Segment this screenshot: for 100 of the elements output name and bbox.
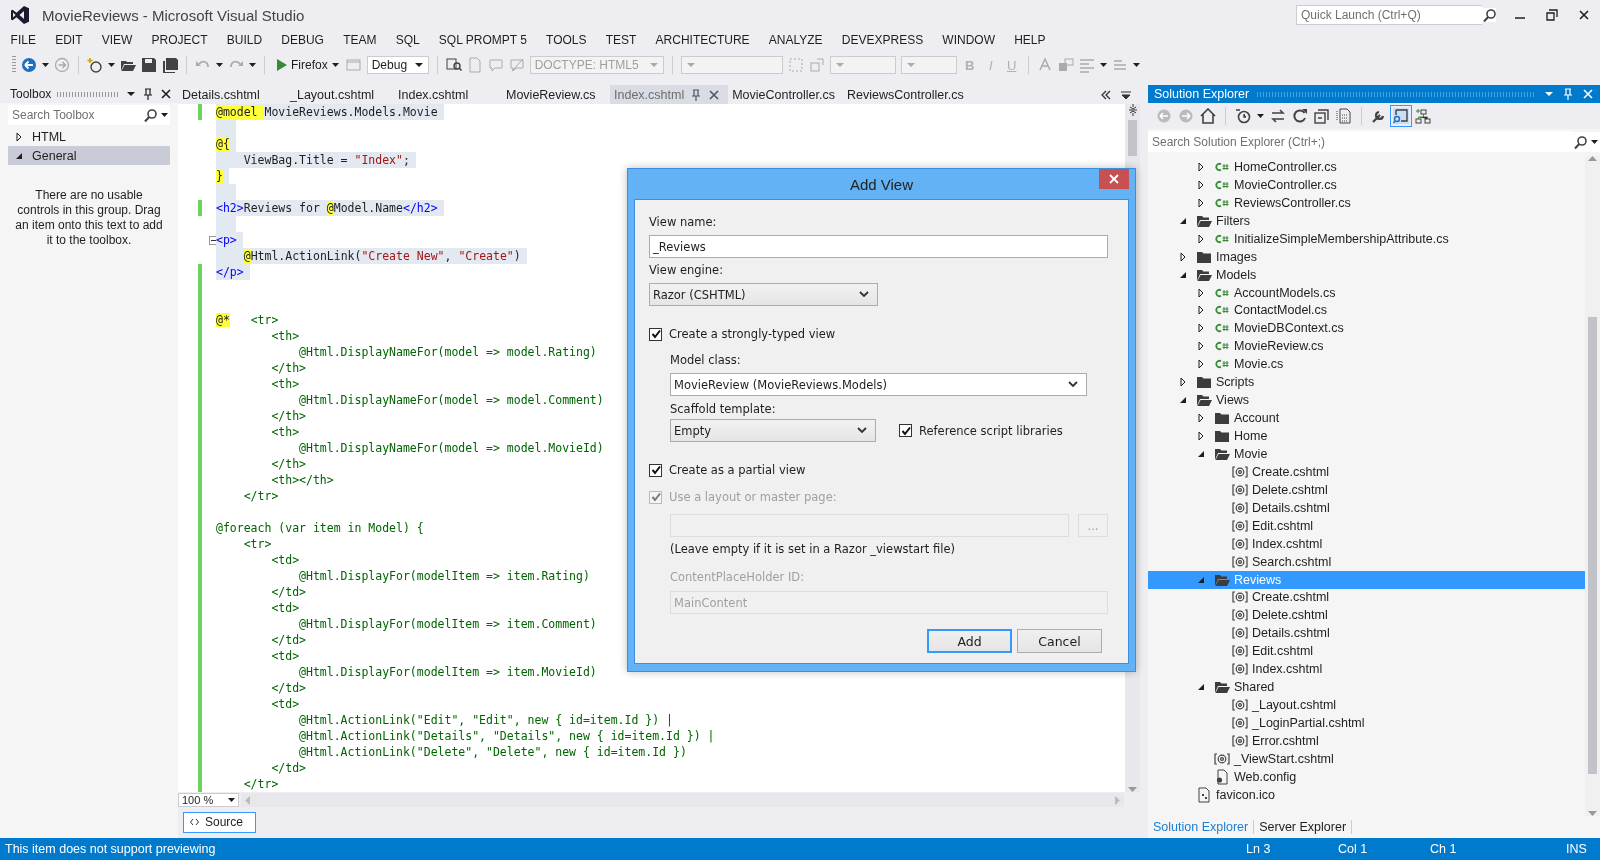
tree-item[interactable]: HomeController.cs: [1148, 158, 1585, 176]
tree-item[interactable]: Index.cshtml: [1148, 534, 1585, 553]
preview-icon[interactable]: [1393, 108, 1409, 124]
menu-item[interactable]: PROJECT: [141, 33, 218, 47]
tree-item[interactable]: Account: [1148, 409, 1585, 428]
menu-item[interactable]: ANALYZE: [759, 33, 833, 47]
clock-icon[interactable]: [1235, 108, 1251, 124]
tree-item[interactable]: Create.cshtml: [1148, 588, 1585, 607]
menu-item[interactable]: EDIT: [45, 33, 93, 47]
menu-item[interactable]: SQL PROMPT 5: [429, 33, 537, 47]
tree-item[interactable]: Models: [1148, 265, 1585, 284]
home-icon[interactable]: [1200, 108, 1216, 124]
toolbox-group[interactable]: HTML: [8, 127, 170, 146]
close-button[interactable]: [1099, 169, 1129, 189]
save-all-icon[interactable]: [162, 57, 178, 73]
document-tab[interactable]: MovieReview.cs: [502, 85, 610, 104]
menu-item[interactable]: SQL: [386, 33, 430, 47]
menu-item[interactable]: DEVEXPRESS: [832, 33, 933, 47]
tab-list-icon[interactable]: [1120, 89, 1132, 100]
search-icon[interactable]: [1482, 8, 1496, 22]
search-field[interactable]: Search Solution Explorer (Ctrl+;): [1148, 131, 1571, 152]
menu-item[interactable]: BUILD: [217, 33, 272, 47]
show-all-files-icon[interactable]: [1336, 108, 1352, 124]
tree-item[interactable]: Details.cshtml: [1148, 624, 1585, 643]
menu-item[interactable]: ARCHITECTURE: [646, 33, 760, 47]
close-icon[interactable]: [1578, 9, 1590, 21]
tree-item[interactable]: ContactModel.cs: [1148, 301, 1585, 320]
tree-item[interactable]: _Layout.cshtml: [1148, 696, 1585, 715]
tree-item[interactable]: Delete.cshtml: [1148, 606, 1585, 625]
tree-item[interactable]: Home: [1148, 427, 1585, 445]
configuration-dropdown[interactable]: Debug: [366, 56, 429, 74]
tree-item[interactable]: MovieReview.cs: [1148, 337, 1585, 356]
document-tab[interactable]: Index.cshtml: [394, 85, 502, 104]
menu-item[interactable]: VIEW: [92, 33, 142, 47]
menu-item[interactable]: TEAM: [333, 33, 387, 47]
caret-icon[interactable]: [216, 63, 223, 67]
menu-item[interactable]: TEST: [596, 33, 646, 47]
caret-icon[interactable]: [159, 105, 170, 125]
caret-icon[interactable]: [42, 63, 49, 67]
menu-item[interactable]: DEBUG: [271, 33, 334, 47]
dropdown-icon[interactable]: [126, 89, 136, 99]
collapse-all-icon[interactable]: [1314, 108, 1330, 124]
overflow-icon[interactable]: [1100, 89, 1112, 100]
caret-icon[interactable]: [249, 63, 256, 67]
document-tab[interactable]: Details.cshtml: [178, 85, 286, 104]
tree-item[interactable]: Create.cshtml: [1148, 462, 1585, 481]
tree-item[interactable]: Index.cshtml: [1148, 660, 1585, 679]
pin-icon[interactable]: [142, 88, 154, 100]
tree-item[interactable]: MovieController.cs: [1148, 175, 1585, 194]
tree-item[interactable]: _ViewStart.cshtml: [1148, 749, 1585, 768]
search-field[interactable]: Search Toolbox: [8, 105, 141, 125]
toolbox-group[interactable]: General: [8, 146, 170, 165]
font-color-icon[interactable]: [1036, 57, 1053, 73]
dialog-button[interactable]: Add: [927, 629, 1012, 653]
checkbox[interactable]: [649, 327, 662, 341]
quick-launch-field[interactable]: Quick Launch (Ctrl+Q): [1296, 5, 1482, 25]
zoom-dropdown[interactable]: 100 %: [178, 793, 239, 807]
sync-icon[interactable]: [1270, 108, 1286, 124]
tree-item[interactable]: Web.config: [1148, 767, 1585, 786]
tree-item[interactable]: Filters: [1148, 211, 1585, 230]
menu-item[interactable]: HELP: [1004, 33, 1056, 47]
new-project-icon[interactable]: [87, 57, 103, 73]
menu-item[interactable]: FILE: [1, 33, 46, 47]
caret-icon[interactable]: [1589, 131, 1600, 152]
tree-item[interactable]: Details.cshtml: [1148, 498, 1585, 517]
back-icon[interactable]: [21, 57, 37, 73]
dropdown-icon[interactable]: [413, 60, 424, 70]
run-button[interactable]: Firefox: [273, 57, 341, 73]
tree-item[interactable]: Edit.cshtml: [1148, 516, 1585, 535]
document-tab[interactable]: ReviewsController.cs: [843, 85, 972, 104]
tree-item[interactable]: Movie: [1148, 445, 1585, 463]
tree-item[interactable]: Error.cshtml: [1148, 732, 1585, 750]
caret-icon[interactable]: [1257, 114, 1264, 118]
checkbox[interactable]: [899, 424, 912, 437]
model-class-dropdown[interactable]: MovieReview (MovieReviews.Models): [670, 373, 1087, 396]
tree-item[interactable]: Shared: [1148, 678, 1585, 697]
tree-item[interactable]: Delete.cshtml: [1148, 480, 1585, 499]
scroll-thumb[interactable]: [1128, 120, 1137, 156]
caret-icon[interactable]: [1099, 63, 1107, 67]
source-tab[interactable]: Source: [183, 811, 257, 833]
document-tab[interactable]: Index.cshtml: [610, 85, 729, 104]
vertical-scrollbar[interactable]: [1585, 156, 1600, 816]
view-engine-dropdown[interactable]: Razor (CSHTML): [649, 283, 878, 306]
tree-item[interactable]: Search.cshtml: [1148, 552, 1585, 571]
find-icon[interactable]: [445, 57, 462, 73]
tree-item[interactable]: Scripts: [1148, 373, 1585, 392]
tree-item[interactable]: Views: [1148, 391, 1585, 410]
text-field[interactable]: _Reviews: [649, 235, 1108, 258]
tree-item[interactable]: InitializeSimpleMembershipAttribute.cs: [1148, 229, 1585, 248]
scroll-thumb[interactable]: [1588, 317, 1597, 774]
scaffold-template-dropdown[interactable]: Empty: [670, 419, 876, 442]
refresh-icon[interactable]: [1292, 108, 1308, 124]
tree-item[interactable]: Movie.cs: [1148, 355, 1585, 374]
checkbox[interactable]: [649, 463, 662, 477]
tree-item[interactable]: Images: [1148, 247, 1585, 266]
tree-item[interactable]: MovieDBContext.cs: [1148, 319, 1585, 338]
tree-item[interactable]: Edit.cshtml: [1148, 642, 1585, 661]
class-diagram-icon[interactable]: [1415, 108, 1431, 124]
caret-icon[interactable]: [228, 798, 235, 802]
tree-item[interactable]: favicon.ico: [1148, 785, 1585, 804]
